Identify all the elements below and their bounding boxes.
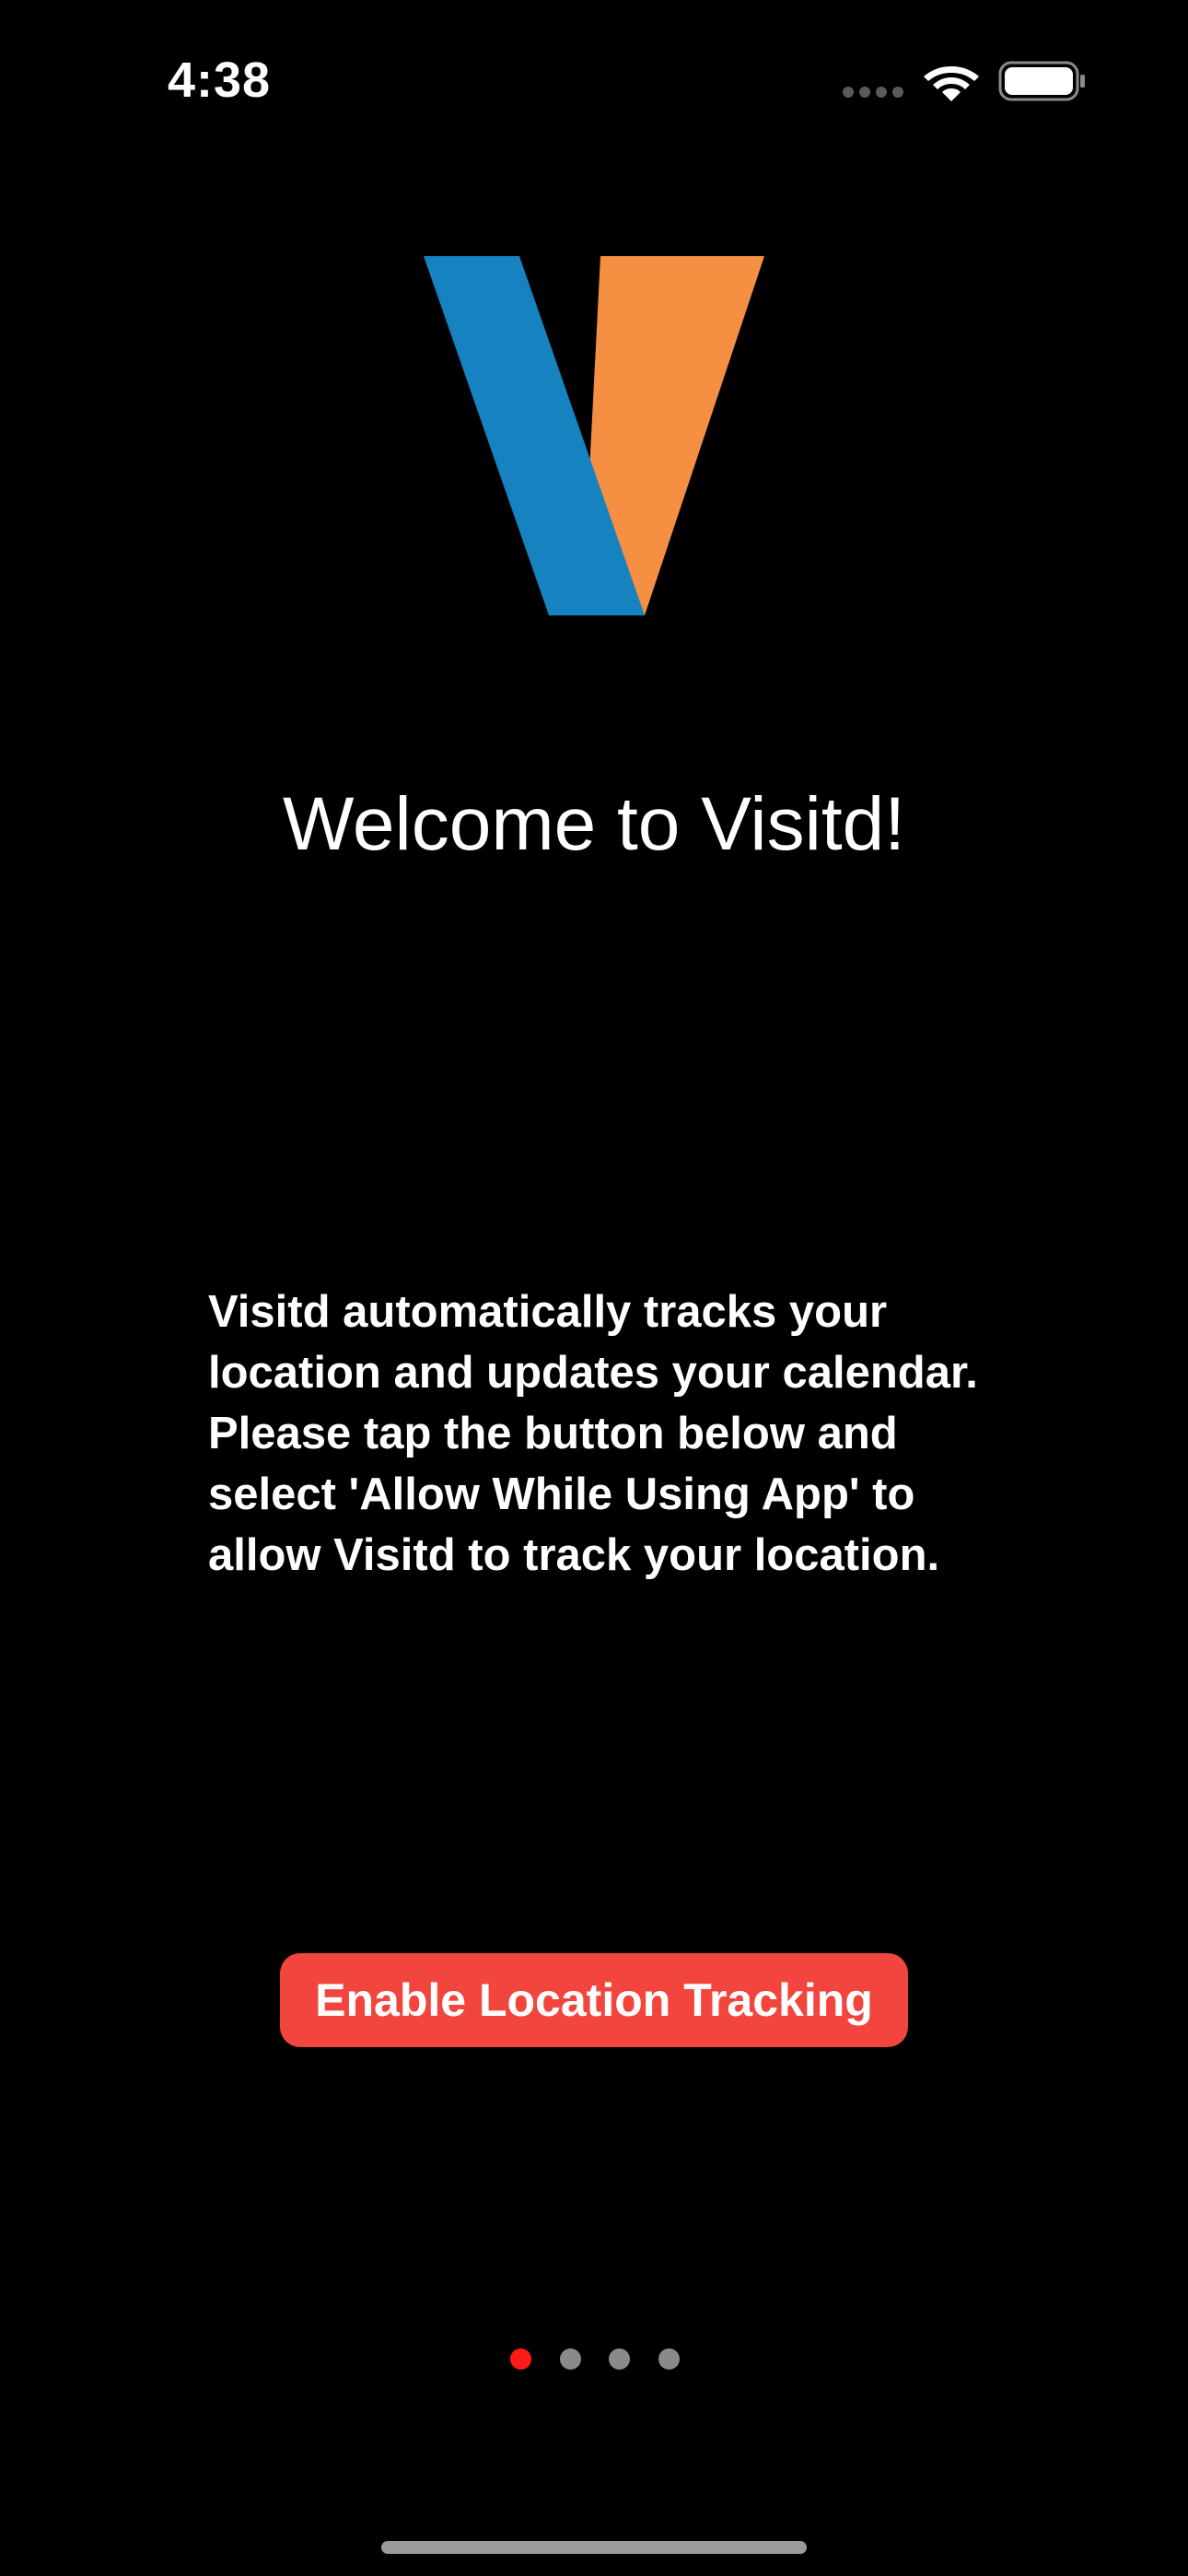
welcome-title: Welcome to Visitd! bbox=[282, 781, 906, 866]
page-dot-1[interactable] bbox=[510, 2348, 531, 2370]
status-time: 4:38 bbox=[168, 53, 272, 108]
wifi-icon bbox=[924, 66, 979, 101]
page-dot-2[interactable] bbox=[559, 2348, 581, 2370]
visitd-logo-icon bbox=[424, 256, 764, 615]
page-dot-3[interactable] bbox=[609, 2348, 631, 2370]
enable-location-tracking-button[interactable]: Enable Location Tracking bbox=[280, 1953, 908, 2047]
status-bar: 4:38 bbox=[0, 0, 1188, 157]
home-indicator[interactable] bbox=[381, 2541, 807, 2554]
battery-icon bbox=[998, 61, 1085, 101]
page-dot-4[interactable] bbox=[658, 2348, 680, 2370]
location-permission-description: Visitd automatically tracks your locatio… bbox=[208, 1287, 978, 1580]
cellular-signal-icon bbox=[843, 87, 903, 98]
page-indicator bbox=[510, 2348, 680, 2370]
